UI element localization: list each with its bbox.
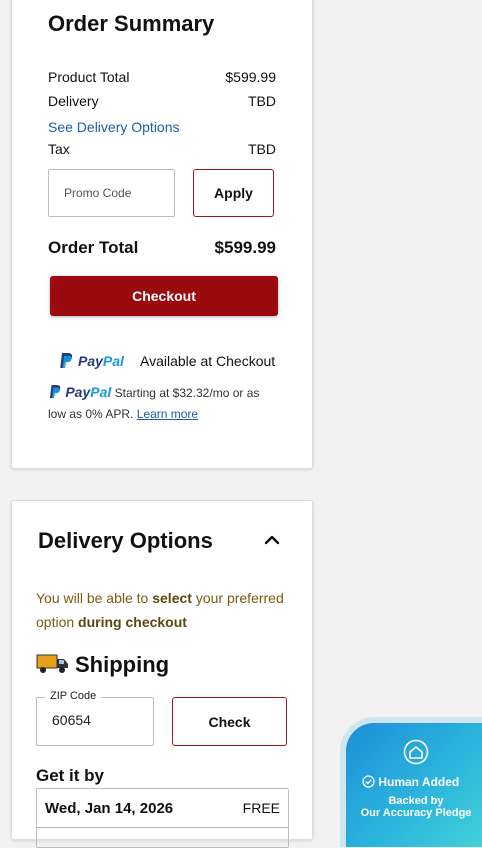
zip-code-input[interactable] [52, 712, 142, 728]
truck-icon [36, 653, 70, 680]
get-it-by-label: Get it by [36, 766, 105, 785]
zip-code-label: ZIP Code [45, 690, 102, 702]
delivery-message: You will be able to select your preferre… [36, 590, 284, 630]
home-icon [403, 739, 429, 770]
apply-promo-button[interactable]: Apply [193, 169, 274, 217]
learn-more-link[interactable]: Learn more [137, 407, 198, 421]
paypal-logo-icon [58, 352, 74, 375]
product-total-value: $599.99 [225, 69, 276, 85]
delivery-date: Wed, Jan 14, 2026 [45, 800, 174, 817]
human-added-text: Human Added [362, 775, 459, 791]
paypal-logo-icon [48, 384, 62, 405]
promo-code-input[interactable] [48, 169, 175, 217]
delivery-label: Delivery [48, 93, 99, 109]
chevron-up-icon[interactable] [264, 533, 280, 551]
see-delivery-options-link[interactable]: See Delivery Options [48, 119, 180, 135]
paypal-credit-message: PayPal Starting at $32.32/mo or as low a… [48, 383, 280, 423]
tax-label: Tax [48, 141, 70, 157]
badge-line-backed-by: Backed by [388, 795, 444, 807]
zip-code-field[interactable]: ZIP Code [36, 690, 154, 746]
paypal-wordmark: PayPal [78, 353, 124, 369]
delivery-options-title: Delivery Options [38, 528, 213, 553]
badge-line-pledge: Our Accuracy Pledge [360, 807, 472, 819]
check-circle-icon [362, 775, 375, 791]
divider [37, 827, 288, 828]
order-summary-card: Order Summary Product Total $599.99 Deli… [11, 0, 313, 469]
delivery-date-option[interactable]: Wed, Jan 14, 2026 FREE [36, 788, 289, 848]
checkout-button[interactable]: Checkout [50, 276, 278, 316]
order-total-label: Order Total [48, 238, 139, 257]
product-total-label: Product Total [48, 69, 130, 85]
order-summary-title: Order Summary [48, 11, 215, 36]
check-zip-button[interactable]: Check [172, 697, 287, 746]
delivery-options-card: Delivery Options You will be able to sel… [11, 500, 313, 848]
order-total-value: $599.99 [214, 238, 276, 257]
accuracy-pledge-badge[interactable]: Human Added Backed by Our Accuracy Pledg… [340, 717, 482, 847]
shipping-label: Shipping [75, 652, 170, 677]
paypal-wordmark: PayPal [65, 384, 112, 400]
paypal-available-text: Available at Checkout [140, 353, 276, 369]
delivery-price: FREE [242, 800, 280, 816]
tax-value: TBD [248, 141, 276, 157]
delivery-value: TBD [248, 93, 276, 109]
